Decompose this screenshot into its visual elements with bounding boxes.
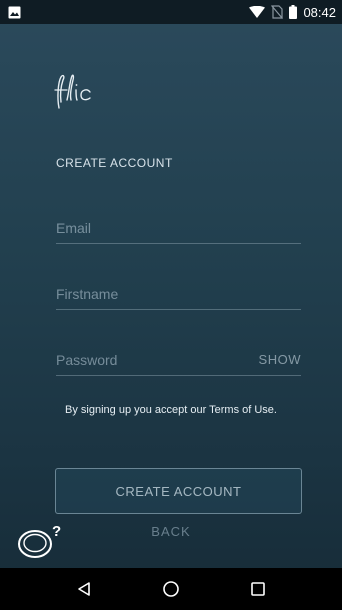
help-button-icon: ? [18,523,61,558]
back-icon [77,582,90,596]
show-password-toggle[interactable]: SHOW [259,352,301,367]
image-icon [8,6,21,19]
nav-recents-button[interactable] [238,569,278,609]
firstname-placeholder: Firstname [56,285,119,302]
recents-icon [251,582,266,596]
battery-icon [289,5,298,19]
no-sim-icon [271,5,284,19]
nav-home-button[interactable] [151,569,191,609]
flic-logo [52,72,96,112]
status-right: 08:42 [249,5,336,20]
create-account-button[interactable]: CREATE ACCOUNT [55,468,302,514]
password-placeholder: Password [56,351,118,368]
terms-text[interactable]: By signing up you accept our Terms of Us… [0,404,342,416]
status-time: 08:42 [303,4,336,20]
page-title: CREATE ACCOUNT [56,156,173,170]
email-field[interactable]: Email [56,212,301,244]
navigation-bar [0,568,342,610]
help-button[interactable]: ? [14,518,66,562]
password-field[interactable]: Password SHOW [56,344,301,376]
firstname-field[interactable]: Firstname [56,278,301,310]
email-placeholder: Email [56,219,92,236]
status-bar: 08:42 [0,0,342,24]
nav-back-button[interactable] [64,569,104,609]
create-account-screen: 08:42 CREATE ACCOUNT Email Firstname Pas… [0,0,342,610]
home-icon [163,581,179,597]
status-left [8,6,21,19]
help-question-mark: ? [52,523,61,540]
wifi-icon [249,6,266,18]
